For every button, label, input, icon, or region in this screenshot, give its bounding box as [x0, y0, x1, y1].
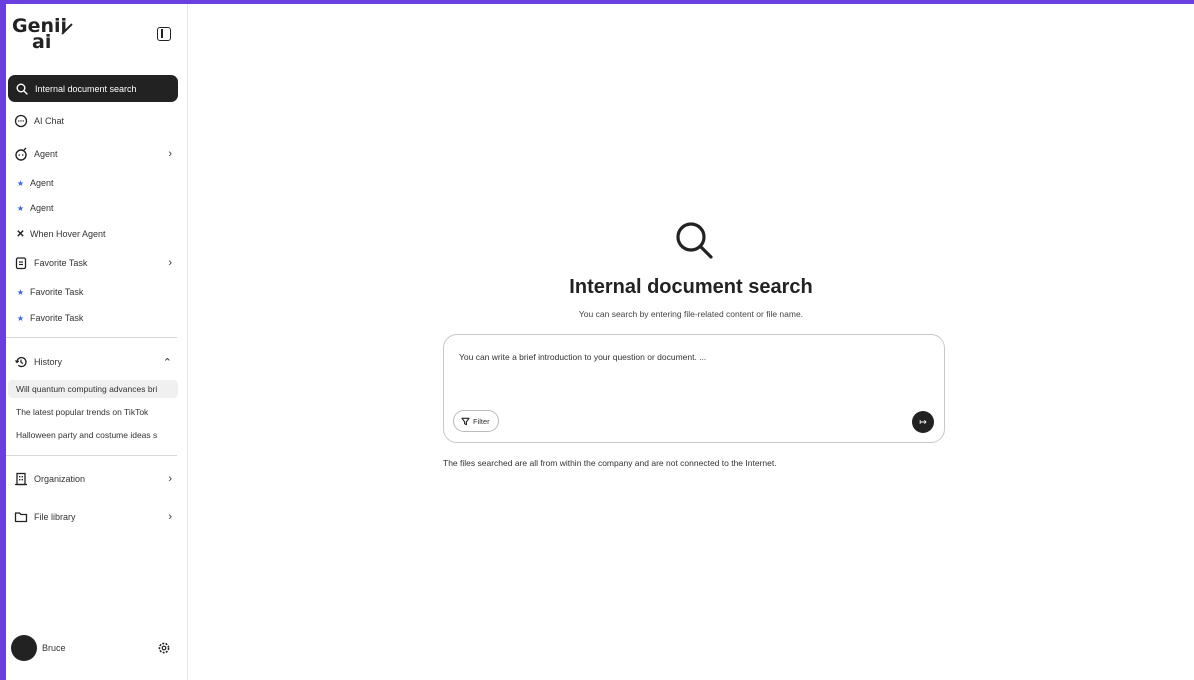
history-item-label: The latest popular trends on TikTok — [16, 407, 149, 417]
agent-subitem-hover[interactable]: ✕ When Hover Agent — [16, 226, 106, 242]
send-arrow-icon: ↦ — [919, 416, 927, 427]
subitem-label: Agent — [30, 203, 54, 213]
app-window: Genii ai Internal document search AI Cha… — [6, 4, 1194, 680]
history-item[interactable]: The latest popular trends on TikTok — [8, 403, 178, 421]
divider — [6, 455, 177, 456]
robot-icon — [15, 147, 27, 161]
agent-subitem[interactable]: ★ Agent — [16, 175, 54, 191]
subitem-label: Favorite Task — [30, 313, 84, 323]
chevron-right-icon: › — [168, 257, 172, 269]
sidebar-item-label: Favorite Task — [34, 258, 88, 268]
filter-button-label: Filter — [473, 416, 490, 426]
chat-bubble-icon — [14, 114, 28, 128]
chevron-right-icon: › — [168, 148, 172, 160]
sidebar-item-label: Organization — [34, 474, 86, 484]
sidebar-item-label: AI Chat — [34, 116, 65, 126]
search-icon — [16, 83, 28, 95]
sidebar-item-agent[interactable]: Agent › — [14, 144, 174, 164]
folder-icon — [14, 512, 28, 523]
favorite-task-subitem[interactable]: ★ Favorite Task — [16, 310, 83, 326]
gear-icon[interactable] — [157, 641, 171, 655]
sidebar-item-file-library[interactable]: File library › — [14, 507, 174, 527]
send-button[interactable]: ↦ — [912, 411, 934, 433]
sidebar-item-label: Internal document search — [35, 83, 137, 94]
pin-icon: ★ — [16, 313, 25, 323]
avatar[interactable] — [11, 635, 37, 661]
history-item-label: Halloween party and costume ideas s — [16, 430, 158, 440]
chevron-right-icon: › — [168, 473, 172, 485]
search-icon — [676, 222, 713, 259]
disclaimer-note: The files searched are all from within t… — [443, 458, 777, 468]
history-item-label: Will quantum computing advances bri — [16, 384, 158, 394]
chevron-up-icon: ⌃ — [162, 356, 172, 369]
sidebar-toggle-icon[interactable] — [157, 27, 171, 41]
chevron-right-icon: › — [168, 511, 172, 523]
sidebar-item-ai-chat[interactable]: AI Chat — [14, 111, 174, 131]
page-subtitle: You can search by entering file-related … — [578, 309, 804, 319]
history-item[interactable]: Halloween party and costume ideas s — [8, 426, 178, 444]
divider — [6, 337, 177, 338]
close-icon[interactable]: ✕ — [16, 229, 25, 240]
subitem-label: Favorite Task — [30, 287, 84, 297]
pin-icon: ★ — [16, 287, 25, 297]
sidebar-item-favorite-task[interactable]: Favorite Task › — [14, 253, 174, 273]
sidebar-item-history[interactable]: History ⌃ — [14, 352, 174, 372]
filter-icon — [461, 417, 470, 425]
filter-button[interactable]: Filter — [453, 410, 499, 432]
building-icon — [15, 472, 27, 486]
subitem-label: Agent — [30, 178, 54, 188]
history-icon — [15, 356, 27, 368]
sidebar-item-organization[interactable]: Organization › — [14, 469, 174, 489]
pin-icon: ★ — [16, 178, 25, 188]
favorite-task-subitem[interactable]: ★ Favorite Task — [16, 284, 83, 300]
clipboard-icon — [15, 257, 27, 270]
page-title: Internal document search — [569, 276, 813, 298]
main-content: Internal document search You can search … — [188, 4, 1194, 680]
user-name: Bruce — [42, 643, 66, 653]
agent-subitem[interactable]: ★ Agent — [16, 200, 54, 216]
search-input-placeholder: You can write a brief introduction to yo… — [459, 352, 707, 362]
search-input[interactable]: You can write a brief introduction to yo… — [443, 334, 945, 443]
sidebar-item-label: File library — [34, 512, 76, 522]
logo: Genii ai — [12, 17, 82, 52]
sidebar: Genii ai Internal document search AI Cha… — [6, 4, 188, 680]
history-item[interactable]: Will quantum computing advances bri — [8, 380, 178, 398]
pin-icon: ★ — [16, 203, 25, 213]
sidebar-item-label: History — [34, 357, 63, 367]
subitem-label: When Hover Agent — [30, 229, 106, 239]
sidebar-item-internal-document-search[interactable]: Internal document search — [8, 75, 178, 102]
sidebar-item-label: Agent — [34, 149, 58, 159]
